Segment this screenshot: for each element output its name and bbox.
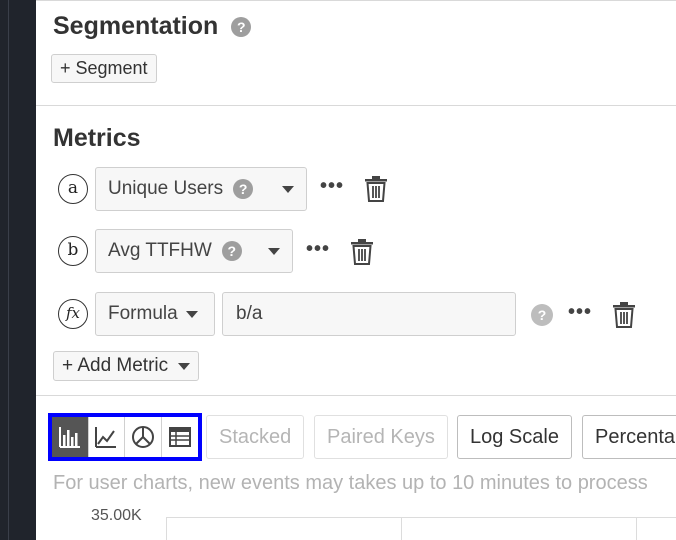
chart-builder-panel: Segmentation ? + Segment Metrics a Uniqu… <box>36 0 676 540</box>
pie-chart-button[interactable] <box>125 417 162 457</box>
table-icon <box>168 427 191 447</box>
metric-a-trash-icon[interactable] <box>364 176 388 202</box>
metric-a-help-icon[interactable]: ? <box>233 179 254 199</box>
formula-label: Formula <box>108 303 178 324</box>
segmentation-title: Segmentation <box>53 12 219 40</box>
chart-gridline <box>636 517 637 540</box>
metric-b-trash-icon[interactable] <box>350 239 374 265</box>
formula-more-icon[interactable]: ••• <box>568 301 592 324</box>
chevron-down-icon <box>268 247 280 255</box>
percentage-toggle[interactable]: Percenta <box>582 415 676 459</box>
paired-keys-toggle[interactable]: Paired Keys <box>314 415 448 459</box>
app-sidebar <box>0 0 36 540</box>
formula-select[interactable]: Formula <box>95 292 215 336</box>
divider-metrics <box>36 395 676 396</box>
line-chart-button[interactable] <box>88 417 125 457</box>
divider-top <box>36 0 676 1</box>
chevron-down-icon <box>282 185 294 193</box>
metrics-title: Metrics <box>53 124 141 152</box>
metric-b-label: Avg TTFHW <box>108 240 212 261</box>
chart-gridline <box>166 517 167 540</box>
stacked-toggle[interactable]: Stacked <box>206 415 305 459</box>
metric-b-select[interactable]: Avg TTFHW ? <box>95 229 293 273</box>
formula-input[interactable]: b/a <box>222 292 516 336</box>
metric-b-help-icon[interactable]: ? <box>221 241 242 261</box>
processing-note: For user charts, new events may takes up… <box>53 472 648 494</box>
metric-b-more-icon[interactable]: ••• <box>306 238 330 261</box>
bar-chart-icon <box>58 427 80 448</box>
sidebar-divider <box>8 0 9 540</box>
metric-a-letter: a <box>58 174 88 204</box>
segmentation-help-icon[interactable]: ? <box>231 17 252 38</box>
formula-help-icon[interactable]: ? <box>531 304 553 326</box>
metric-a-more-icon[interactable]: ••• <box>320 175 344 198</box>
chart-type-group <box>48 413 202 461</box>
divider-segmentation <box>36 105 676 106</box>
chevron-down-icon <box>185 310 198 318</box>
bar-chart-button[interactable] <box>52 417 89 457</box>
segmentation-heading: Segmentation ? <box>53 12 252 41</box>
pie-chart-icon <box>131 426 154 448</box>
formula-trash-icon[interactable] <box>612 302 636 328</box>
chevron-down-icon <box>178 362 191 370</box>
add-metric-button[interactable]: + Add Metric <box>53 351 200 381</box>
log-scale-toggle[interactable]: Log Scale <box>457 415 572 459</box>
formula-icon: fx <box>58 299 88 329</box>
metric-b-letter: b <box>58 236 88 266</box>
chart-gridline <box>401 517 402 540</box>
table-button[interactable] <box>161 417 198 457</box>
chart-area <box>166 517 676 540</box>
metric-a-select[interactable]: Unique Users ? <box>95 167 307 211</box>
line-chart-icon <box>95 427 117 448</box>
add-segment-button[interactable]: + Segment <box>51 54 157 83</box>
metric-a-label: Unique Users <box>108 178 224 199</box>
y-axis-tick-label: 35.00K <box>91 507 142 524</box>
add-metric-label: + Add Metric <box>62 355 169 376</box>
